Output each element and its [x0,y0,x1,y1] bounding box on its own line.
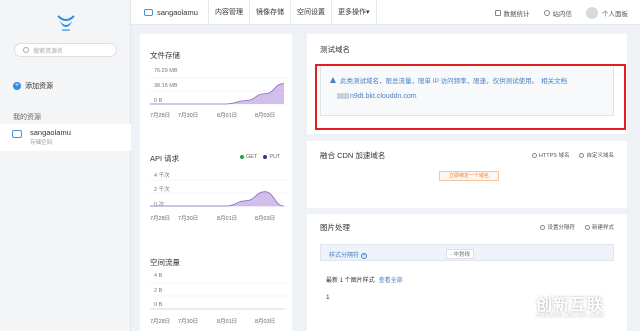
api-x-tick: 8月03日 [255,216,276,222]
resource-type: 存储空间 [30,140,53,146]
logo [57,15,75,31]
storage-x-tick: 8月01日 [217,113,238,119]
latest-styles-label: 最新 1 个图片样式 [326,278,375,284]
storage-chart-title: 文件存储 [150,51,180,60]
bucket-icon [144,9,153,16]
messages-label: 站内信 [552,10,573,18]
tab-bar: 内容管理 镜像存储 空间设置 更多操作▾ [208,0,377,25]
cdn-card: 融合 CDN 加速域名 HTTPS 域名 自定义域名 立即绑定一个域名 [307,141,627,208]
custom-domain-label: 自定义域名 [586,153,614,159]
image-actions: 设置分隔符 新建样式 [530,223,614,231]
top-bar: sangaolamu 内容管理 镜像存储 空间设置 更多操作▾ 数据统计 站内信… [131,0,640,25]
chevron-down-icon: ▾ [366,9,370,16]
stats-panel: 文件存储 76.29 MB 38.15 MB 0 B 7月28日 7月30日 8… [140,34,292,331]
tab-mirror-storage[interactable]: 镜像存储 [249,0,290,25]
cdn-actions: HTTPS 域名 自定义域名 [522,151,614,159]
help-icon[interactable]: ? [361,253,368,259]
style-separator-row: 样式分隔符? - 中划线 [320,244,614,261]
add-resource-button[interactable]: + 添加资源 [13,81,53,91]
bell-icon [543,9,550,16]
gear-icon [540,224,546,230]
watermark-title: 创新互联 [536,297,605,314]
stats-label: 数据统计 [503,10,530,18]
storage-chart [150,77,288,105]
watermark-subtitle: CHUANG XIN HU LIAN [536,313,604,319]
api-x-tick: 8月01日 [217,216,238,222]
api-x-tick: 7月30日 [178,216,199,222]
search-icon [23,47,29,53]
custom-domain-button[interactable]: 自定义域名 [579,151,614,159]
tab-content-management[interactable]: 内容管理 [208,0,249,25]
legend-get-label: GET [246,154,258,160]
test-domain-title: 测试域名 [320,45,350,54]
api-x-tick: 7月28日 [150,216,171,222]
resource-name: sangaolamu [30,128,71,137]
traffic-x-tick: 8月01日 [217,319,238,325]
watermark: 创新互联 CHUANG XIN HU LIAN [490,283,640,331]
bucket-title: sangaolamu [144,8,198,17]
stats-link[interactable]: 数据统计 [494,8,530,18]
top-right-actions: 数据统计 站内信 个人面板 [481,0,628,25]
style-separator-label: 样式分隔符? [329,250,368,259]
messages-link[interactable]: 站内信 [543,8,573,18]
separator-settings-label: 设置分隔符 [547,225,575,231]
add-resource-label: 添加资源 [25,83,53,90]
tab-more-actions[interactable]: 更多操作▾ [331,0,377,25]
latest-styles: 最新 1 个图片样式 查看全部 [326,275,403,284]
sidebar: 搜索资源名 + 添加资源 我的资源 sangaolamu 存储空间 [0,0,131,331]
plus-icon: + [13,82,21,90]
traffic-x-tick: 8月03日 [255,319,276,325]
cdn-title: 融合 CDN 加速域名 [320,151,386,160]
series-area [150,191,284,206]
plus-circle-icon [579,152,585,158]
user-label: 个人面板 [602,10,628,18]
user-menu[interactable]: 个人面板 [586,6,628,19]
chart-icon [494,9,501,16]
api-chart-title: API 请求 [150,154,180,163]
legend-put-label: PUT [269,154,281,160]
traffic-x-tick: 7月30日 [178,319,199,325]
separator-settings-button[interactable]: 设置分隔符 [540,223,575,231]
bucket-name: sangaolamu [157,8,198,17]
storage-x-tick: 7月28日 [150,113,171,119]
storage-x-tick: 8月03日 [255,113,276,119]
new-style-label: 新建样式 [591,225,614,231]
image-processing-title: 图片处理 [320,223,350,232]
https-domain-button[interactable]: HTTPS 域名 [531,151,570,159]
style-row-number: 1 [326,294,330,301]
traffic-x-tick: 7月28日 [150,319,171,325]
bind-domain-button[interactable]: 立即绑定一个域名 [439,171,499,181]
style-separator-value: - 中划线 [446,249,474,259]
https-domain-label: HTTPS 域名 [538,153,570,159]
plus-circle-icon [584,224,590,230]
api-chart [150,179,288,207]
traffic-chart [150,282,288,310]
api-chart-legend: GET PUT [234,154,280,160]
avatar [586,6,598,19]
legend-put-dot [263,155,268,159]
style-separator-text: 样式分隔符 [329,253,360,259]
my-resources-heading: 我的资源 [13,114,41,121]
search-input[interactable]: 搜索资源名 [14,43,117,57]
tab-space-settings[interactable]: 空间设置 [290,0,331,25]
search-placeholder: 搜索资源名 [33,48,64,55]
new-style-button[interactable]: 新建样式 [584,223,614,231]
bucket-icon [12,130,22,138]
storage-x-tick: 7月30日 [178,113,199,119]
highlight-box [315,64,626,130]
more-actions-label: 更多操作 [338,9,366,16]
sidebar-item-sangaolamu[interactable]: sangaolamu 存储空间 [0,124,131,151]
plus-circle-icon [531,152,537,158]
legend-get-dot [240,155,244,159]
view-all-link[interactable]: 查看全部 [379,278,403,284]
traffic-chart-title: 空间流量 [150,258,180,267]
watermark-logo-icon [502,289,532,319]
